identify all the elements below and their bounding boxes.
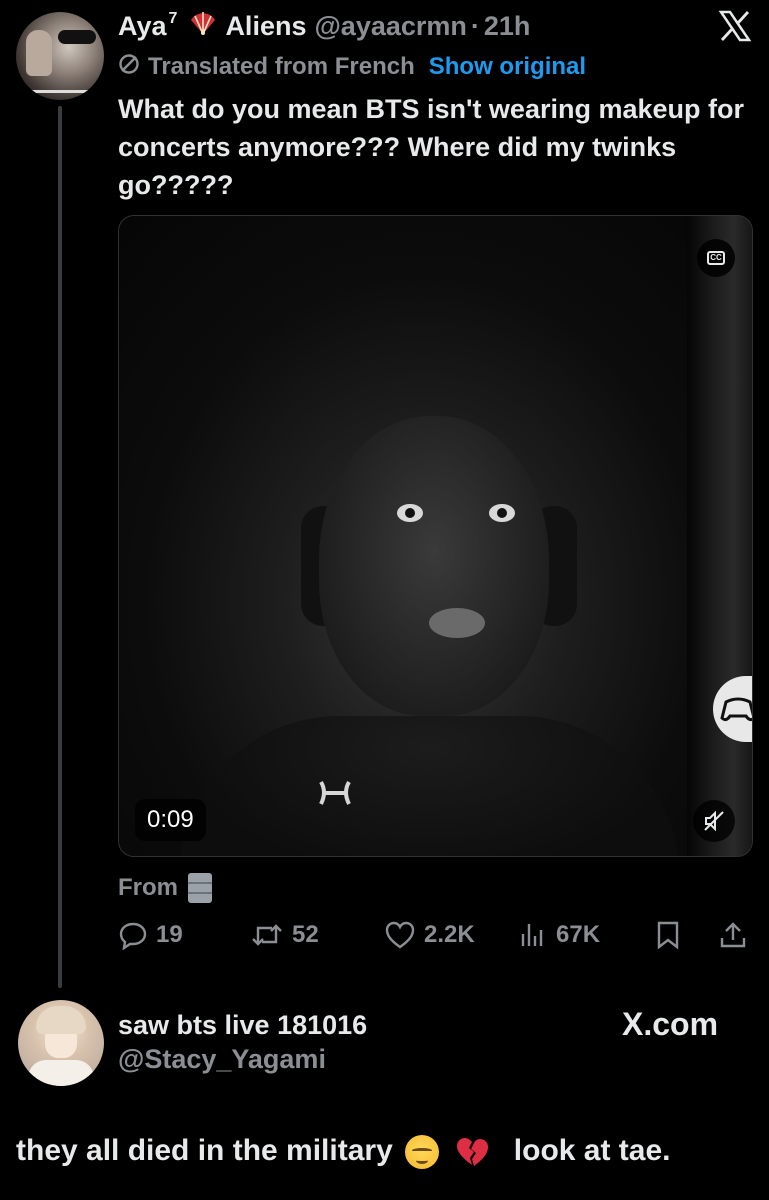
file-cabinet-emoji	[188, 873, 212, 903]
x-logo-icon	[718, 10, 752, 42]
mute-svg	[704, 810, 724, 832]
like-count: 2.2K	[424, 921, 475, 948]
x-logo-svg	[718, 10, 752, 42]
share-button[interactable]	[718, 915, 756, 955]
video-duration: 0:09	[135, 799, 206, 841]
views-count: 67K	[556, 921, 601, 948]
avatar2-hair	[36, 1006, 86, 1034]
translated-label: Translated from French	[148, 53, 415, 80]
gamepad-svg	[720, 697, 752, 722]
header-separator: ·	[470, 10, 480, 41]
reply-author-avatar[interactable]	[18, 1000, 104, 1086]
author-name[interactable]: Aya 7	[118, 9, 178, 42]
action-bar: 19 52 2.2K 67K	[118, 915, 758, 955]
muted-speaker-icon[interactable]	[693, 800, 735, 842]
reply-text-part1: they all died in the military	[16, 1134, 393, 1167]
reply-text-part2: look at tae.	[513, 1134, 671, 1167]
avatar-hand	[26, 30, 52, 76]
reply-author-info: saw bts live 181016 @Stacy_Yagami	[118, 1008, 367, 1076]
author-name-text: Aya	[118, 10, 167, 41]
bookmark-icon	[657, 921, 679, 950]
ban-icon	[118, 53, 140, 81]
site-label: X.com	[622, 1006, 719, 1042]
cc-label: CC	[707, 251, 725, 265]
reply-text: they all died in the military look at ta…	[16, 1134, 756, 1170]
video-eye-right	[489, 504, 515, 522]
page: Aya 7 Aliens @ayaacrmn · 21h Translated f…	[0, 0, 769, 1200]
heart-icon	[385, 921, 415, 949]
tweet-header: Aya 7 Aliens @ayaacrmn · 21h	[118, 6, 530, 46]
translation-row: Translated from French Show original	[118, 50, 586, 84]
avatar2-shirt	[28, 1060, 94, 1086]
repost-arrows-icon	[252, 924, 282, 946]
from-label: From	[118, 874, 178, 901]
share-upload-icon	[720, 922, 746, 948]
fan-emoji-svg	[191, 11, 216, 35]
like-button[interactable]: 2.2K	[384, 915, 475, 955]
speech-bubble-icon	[119, 922, 147, 950]
author-handle[interactable]: @ayaacrmn	[314, 11, 466, 42]
broken-heart-svg	[457, 1138, 489, 1167]
video-person-body	[179, 716, 679, 856]
views-button[interactable]: 67K	[518, 915, 600, 955]
video-mouth	[429, 608, 485, 638]
author-avatar[interactable]	[16, 12, 104, 100]
broken-heart-emoji	[455, 1136, 489, 1168]
show-original-link[interactable]: Show original	[429, 53, 586, 81]
tweet-text: What do you mean BTS isn't wearing makeu…	[118, 94, 744, 200]
thread-connector-line	[58, 106, 62, 988]
repost-button[interactable]: 52	[250, 915, 319, 955]
reply-count: 19	[156, 921, 183, 948]
reply-author-handle[interactable]: @Stacy_Yagami	[118, 1042, 367, 1076]
author-superscript: 7	[168, 9, 178, 27]
video-eye-left	[397, 504, 423, 522]
bookmark-button[interactable]	[654, 915, 690, 955]
reply-button[interactable]: 19	[118, 915, 183, 955]
author-org[interactable]: Aliens	[225, 11, 306, 42]
closed-captions-icon[interactable]: CC	[697, 239, 735, 277]
bar-chart-icon	[521, 924, 543, 946]
ban-svg	[119, 54, 139, 74]
from-row: From	[118, 870, 212, 906]
video-person-head	[319, 416, 549, 716]
video-player[interactable]: CC 0:09	[118, 215, 753, 857]
tweet-time[interactable]: 21h	[484, 11, 531, 42]
shirt-logo-svg	[319, 780, 351, 805]
video-side-strip	[687, 216, 752, 856]
reply-author-name[interactable]: saw bts live 181016	[118, 1008, 367, 1042]
repost-count: 52	[292, 921, 319, 948]
avatar-caption-strip	[20, 90, 100, 93]
avatar-sunglasses	[58, 30, 96, 44]
shirt-logo-mark	[315, 778, 355, 816]
pensive-face-emoji	[405, 1135, 440, 1170]
fan-emoji-icon	[189, 10, 217, 43]
